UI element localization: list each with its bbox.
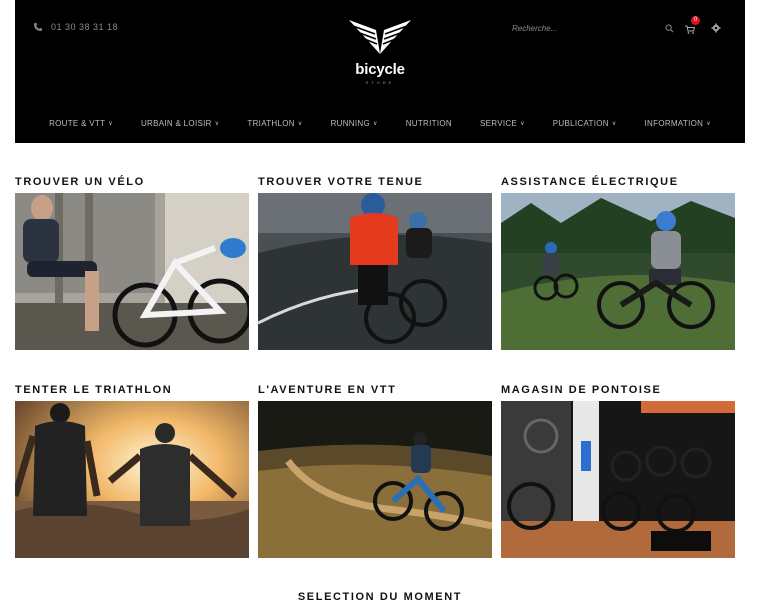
tile-image[interactable] bbox=[501, 193, 735, 350]
nav-item-label: URBAIN & LOISIR bbox=[140, 118, 212, 128]
chevron-down-icon: ∨ bbox=[520, 120, 525, 127]
chevron-down-icon: ∨ bbox=[373, 120, 378, 127]
chevron-down-icon: ∨ bbox=[108, 120, 113, 127]
tile-title: TROUVER VOTRE TENUE bbox=[258, 176, 424, 188]
brand-name: bicycle bbox=[355, 61, 405, 78]
category-tile-triathlon[interactable]: TENTER LE TRIATHLON bbox=[15, 383, 249, 558]
tile-image[interactable] bbox=[15, 401, 249, 558]
nav-item-label: INFORMATION bbox=[644, 118, 704, 128]
category-tile-electrique[interactable]: ASSISTANCE ÉLECTRIQUE bbox=[501, 175, 735, 350]
tile-image[interactable] bbox=[15, 193, 249, 350]
main-nav: ROUTE & VTT ∨ URBAIN & LOISIR ∨ TRIATHLON ∨… bbox=[15, 114, 745, 132]
brand-subtitle: STORE bbox=[365, 80, 395, 85]
store-interior-photo bbox=[501, 401, 735, 558]
cyclist-with-bike-photo bbox=[15, 193, 249, 350]
nav-item-label: PUBLICATION bbox=[552, 118, 609, 128]
cart-count-badge: 0 bbox=[691, 16, 700, 25]
nav-item-urbain-loisir[interactable]: URBAIN & LOISIR ∨ bbox=[127, 114, 233, 132]
nav-item-nutrition[interactable]: NUTRITION bbox=[392, 114, 466, 132]
nav-item-triathlon[interactable]: TRIATHLON ∨ bbox=[233, 114, 316, 132]
cart-button[interactable]: 0 bbox=[685, 16, 700, 34]
mountain-biker-photo bbox=[258, 401, 492, 558]
road-cyclists-photo bbox=[258, 193, 492, 350]
section-title-selection: SELECTION DU MOMENT bbox=[297, 591, 463, 600]
tile-image[interactable] bbox=[258, 193, 492, 350]
tile-image[interactable] bbox=[501, 401, 735, 558]
tile-title: L'AVENTURE EN VTT bbox=[258, 384, 397, 396]
phone-contact[interactable]: 01 30 38 31 18 bbox=[33, 22, 118, 32]
tile-title: TROUVER UN VÉLO bbox=[15, 176, 145, 188]
search-bar bbox=[512, 20, 674, 36]
tile-title: MAGASIN DE PONTOISE bbox=[501, 384, 662, 396]
chevron-down-icon: ∨ bbox=[297, 120, 303, 127]
tile-title: ASSISTANCE ÉLECTRIQUE bbox=[501, 176, 679, 188]
nav-item-route-vtt[interactable]: ROUTE & VTT ∨ bbox=[35, 114, 127, 132]
nav-item-service[interactable]: SERVICE ∨ bbox=[466, 114, 539, 132]
phone-number: 01 30 38 31 18 bbox=[51, 22, 119, 32]
cart-icon bbox=[685, 25, 696, 34]
tile-title: TENTER LE TRIATHLON bbox=[15, 384, 173, 396]
wings-logo-icon bbox=[349, 20, 411, 54]
search-input[interactable] bbox=[512, 23, 652, 33]
chevron-down-icon: ∨ bbox=[214, 120, 220, 127]
nav-item-label: ROUTE & VTT bbox=[49, 118, 106, 128]
tile-image[interactable] bbox=[258, 401, 492, 558]
chevron-down-icon: ∨ bbox=[611, 120, 617, 127]
category-tile-tenue[interactable]: TROUVER VOTRE TENUE bbox=[258, 175, 492, 350]
gear-icon[interactable] bbox=[711, 23, 721, 33]
nav-item-label: NUTRITION bbox=[405, 118, 452, 128]
search-icon[interactable] bbox=[665, 24, 674, 33]
triathletes-swim-photo bbox=[15, 401, 249, 558]
chevron-down-icon: ∨ bbox=[706, 120, 711, 127]
category-tile-magasin[interactable]: MAGASIN DE PONTOISE bbox=[501, 383, 735, 558]
site-header: 01 30 38 31 18 bicycle STORE 0 bbox=[15, 0, 745, 143]
nav-item-information[interactable]: INFORMATION ∨ bbox=[631, 114, 725, 132]
nav-item-running[interactable]: RUNNING ∨ bbox=[317, 114, 392, 132]
category-tile-velo[interactable]: TROUVER UN VÉLO bbox=[15, 175, 249, 350]
logo[interactable]: bicycle STORE bbox=[340, 16, 420, 88]
nav-item-label: RUNNING bbox=[330, 118, 371, 128]
ebike-riders-photo bbox=[501, 193, 735, 350]
nav-item-label: SERVICE bbox=[479, 118, 518, 128]
nav-item-label: TRIATHLON bbox=[247, 118, 295, 128]
nav-item-publication[interactable]: PUBLICATION ∨ bbox=[539, 114, 631, 132]
phone-icon bbox=[34, 23, 42, 31]
category-tile-vtt[interactable]: L'AVENTURE EN VTT bbox=[258, 383, 492, 558]
